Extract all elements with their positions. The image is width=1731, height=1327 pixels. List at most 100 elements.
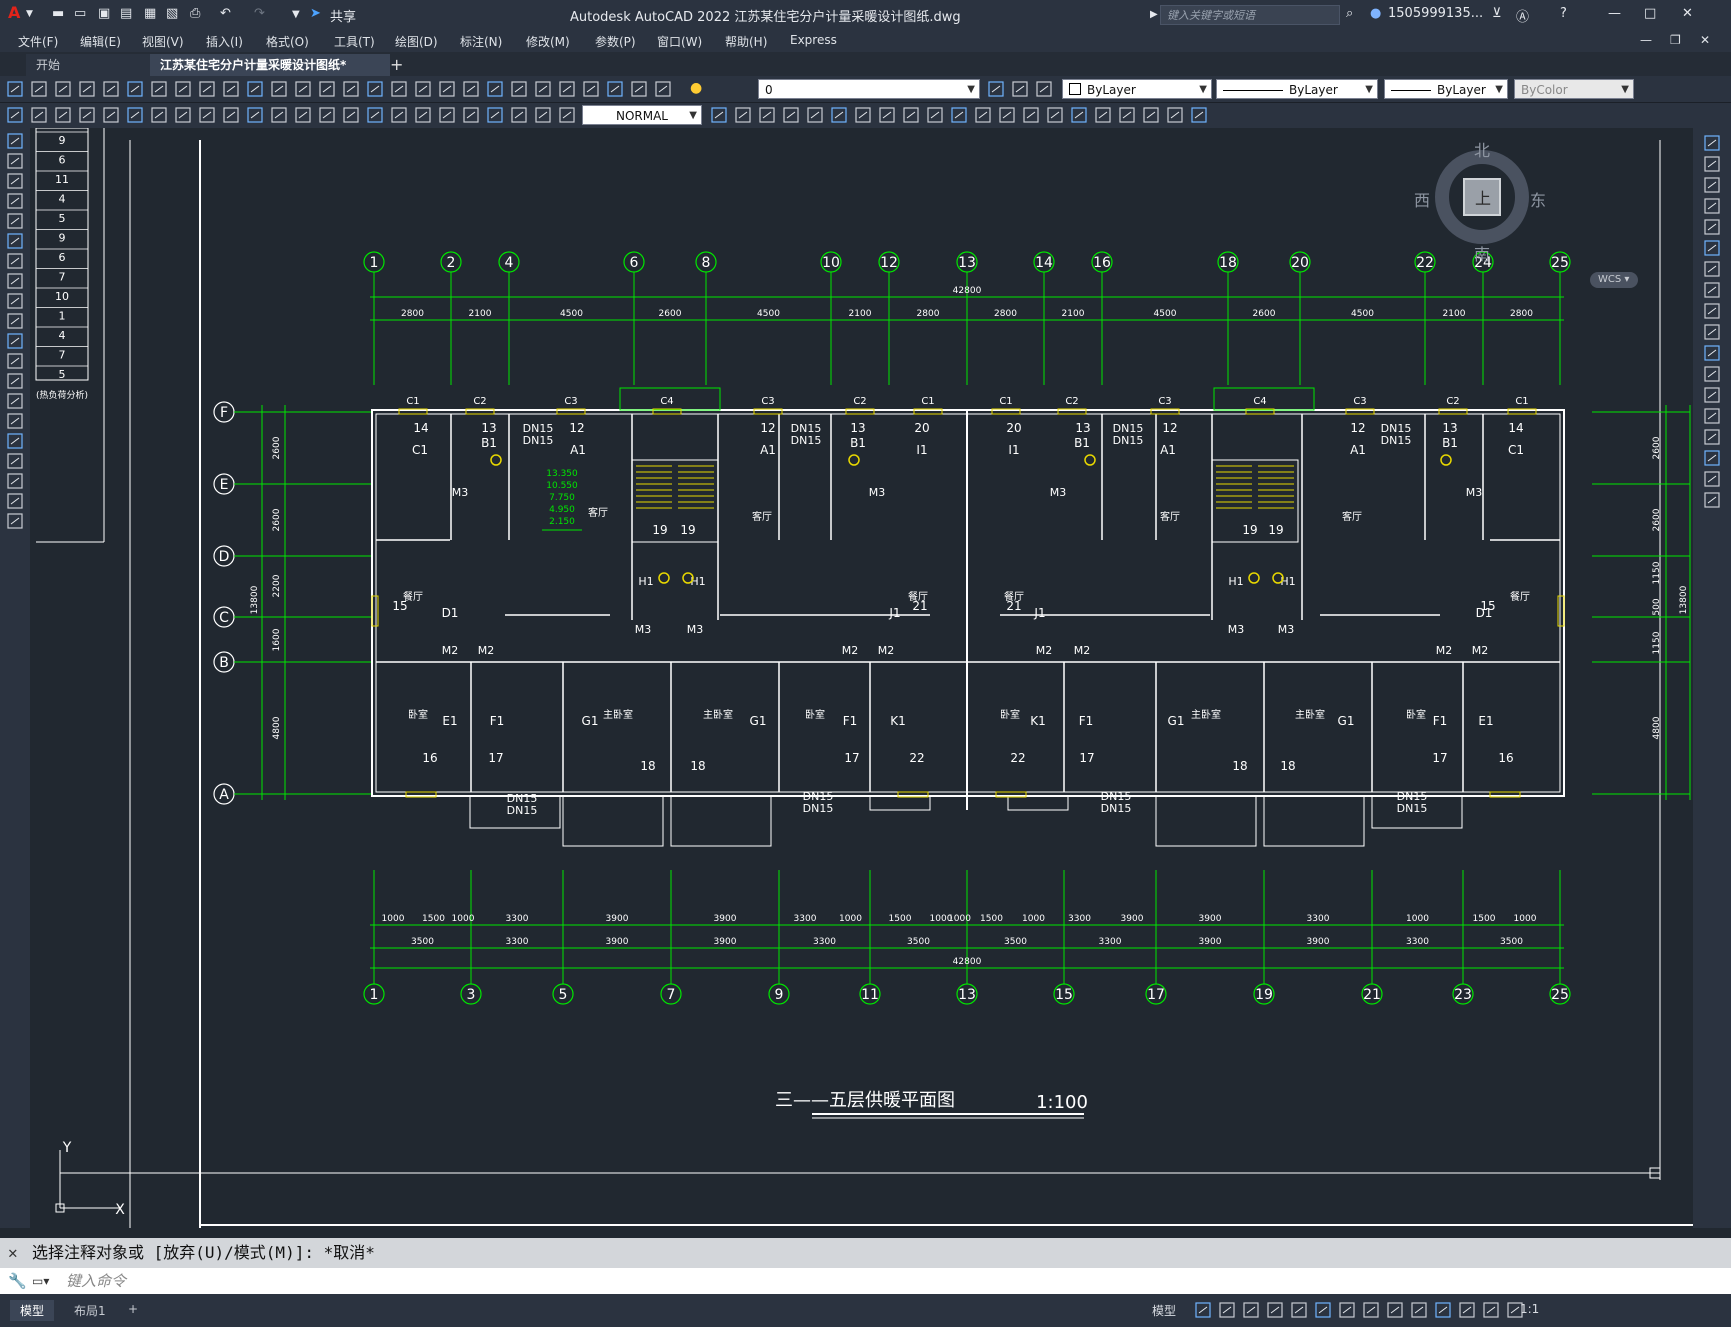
menu-edit[interactable]: 编辑(E) — [80, 33, 121, 50]
command-close-icon[interactable]: ✕ — [8, 1238, 18, 1268]
menu-parameter[interactable]: 参数(P) — [595, 33, 636, 50]
floor-plan-drawing[interactable]: 961145967101475(热负荷分析)1 2 4 6 8 10 12 13 14 16 18 2… — [30, 127, 1693, 1228]
layer-tool-icons[interactable] — [985, 76, 1060, 102]
publish-icon[interactable]: ▧ — [166, 6, 178, 21]
elevation-value: 7.750 — [549, 493, 575, 503]
wcs-menu-button[interactable]: WCS ▾ — [1590, 272, 1638, 288]
save-as-icon[interactable]: ▤ — [120, 6, 132, 21]
chevron-down-icon: ▼ — [1621, 84, 1629, 95]
radiator-number: 22 — [1010, 751, 1025, 765]
command-input[interactable]: 🔧 ▭▾ 键入命令 — [0, 1268, 1731, 1294]
menu-help[interactable]: 帮助(H) — [725, 33, 767, 50]
user-icon[interactable]: ● — [1370, 6, 1381, 21]
minimize-icon[interactable]: — — [1608, 6, 1621, 21]
doc-close-icon[interactable]: ✕ — [1700, 33, 1710, 47]
save-icon[interactable]: ▣ — [98, 6, 110, 21]
chevron-down-icon: ▼ — [1199, 84, 1207, 95]
draw-tool-icons[interactable] — [0, 128, 30, 588]
color-dropdown[interactable]: ByLayer ▼ — [1062, 79, 1212, 99]
grid-axis-label: 5 — [559, 987, 568, 1003]
cart-icon[interactable]: ⊻ — [1492, 6, 1502, 21]
window-label: C1 — [1515, 396, 1528, 407]
layer-lightbulb-icon[interactable]: ● — [690, 80, 702, 96]
share-label[interactable]: 共享 — [330, 6, 356, 25]
menu-insert[interactable]: 插入(I) — [206, 33, 243, 50]
grid-axis-label: 19 — [1255, 987, 1273, 1003]
user-name[interactable]: 1505999135... — [1388, 6, 1483, 21]
plotstyle-dropdown[interactable]: ByColor ▼ — [1514, 79, 1634, 99]
maximize-icon[interactable]: □ — [1644, 6, 1656, 21]
tab-model[interactable]: 模型 — [10, 1300, 55, 1321]
standard-tool-icons[interactable] — [0, 76, 690, 102]
modify-tool-icons[interactable] — [1693, 128, 1731, 548]
annotation-scale[interactable]: 1:1 — [1520, 1302, 1539, 1316]
menu-view[interactable]: 视图(V) — [142, 33, 184, 50]
menu-format[interactable]: 格式(O) — [266, 33, 309, 50]
help-icon[interactable]: ? — [1560, 6, 1567, 21]
wrench-icon[interactable]: 🔧 — [8, 1268, 27, 1294]
share-icon[interactable]: ➤ — [310, 6, 321, 21]
radiator-number: 14 — [1508, 421, 1523, 435]
search-expand-icon[interactable]: ▶ — [1150, 9, 1158, 20]
elevation-value: 2.150 — [549, 517, 575, 527]
viewcube[interactable]: 上 北 南 西 东 — [1414, 141, 1546, 264]
chevron-down-icon: ▼ — [1495, 84, 1503, 95]
doc-restore-icon[interactable]: ❐ — [1670, 33, 1681, 47]
add-layout-button[interactable]: + — [118, 1300, 148, 1318]
new-file-icon[interactable]: ▬ — [52, 6, 64, 21]
tab-drawing[interactable]: 江苏某住宅分户计量采暖设计图纸* — [150, 54, 390, 76]
menu-window[interactable]: 窗口(W) — [657, 33, 702, 50]
recent-commands-icon[interactable]: ▭▾ — [32, 1268, 49, 1294]
undo-icon[interactable]: ↶ — [220, 6, 231, 21]
autodesk-app-icon[interactable]: Ⓐ — [1516, 6, 1529, 25]
status-tool-icons[interactable] — [1190, 1298, 1730, 1324]
menu-express[interactable]: Express — [790, 33, 837, 47]
app-menu-chevron-icon[interactable]: ▼ — [26, 9, 33, 19]
grid-axis-label: 6 — [630, 255, 639, 271]
room-code: F1 — [1433, 714, 1448, 728]
menu-dimension[interactable]: 标注(N) — [460, 33, 502, 50]
grid-axis-label: 25 — [1551, 987, 1569, 1003]
room-name-master: 主卧室 — [1295, 708, 1325, 721]
grid-axis-label: 3 — [467, 987, 476, 1003]
drawing-area[interactable]: 9 6 11 4 5 9 6 7 10 1 4 7 5 (热负荷分析) 1 2 4 6 8 10 12 13 14 16 18 2… — [30, 127, 1693, 1228]
close-icon[interactable]: ✕ — [1682, 6, 1693, 21]
grid-axis-label: 15 — [1055, 987, 1073, 1003]
tab-drawing-label: 江苏某住宅分户计量采暖设计图纸* — [160, 58, 347, 72]
pipe-label: DN15 — [1397, 802, 1428, 815]
lineweight-dropdown[interactable]: ByLayer ▼ — [1384, 79, 1508, 99]
autocad-logo-icon[interactable]: A — [8, 3, 20, 22]
legend-number: 1 — [59, 310, 66, 323]
textstyle-dropdown[interactable]: NORMAL ▼ — [582, 105, 702, 125]
menu-modify[interactable]: 修改(M) — [526, 33, 570, 50]
dimension-tool-icons[interactable] — [0, 103, 585, 128]
redo-icon[interactable]: ↷ — [254, 6, 265, 21]
grid-axis-label: 18 — [1219, 255, 1237, 271]
radiator-number: 20 — [914, 421, 929, 435]
doc-minimize-icon[interactable]: — — [1640, 33, 1652, 47]
pipe-label: DN15 — [507, 804, 538, 817]
dimension-text: 3300 — [506, 937, 529, 947]
room-code: B1 — [850, 436, 866, 450]
menu-tools[interactable]: 工具(T) — [334, 33, 375, 50]
dimension-text: 4500 — [1351, 309, 1374, 319]
help-search-input[interactable]: 键入关键字或短语 — [1160, 5, 1340, 25]
menu-draw[interactable]: 绘图(D) — [395, 33, 438, 50]
tab-layout1[interactable]: 布局1 — [64, 1300, 116, 1321]
window-label: C3 — [1353, 396, 1366, 407]
open-file-icon[interactable]: ▭ — [74, 6, 86, 21]
window-label: C1 — [921, 396, 934, 407]
tab-start[interactable]: 开始 — [26, 54, 166, 76]
model-space-button[interactable]: 模型 — [1152, 1302, 1176, 1319]
toilet-fixture — [658, 572, 670, 584]
draworder-tool-icons[interactable] — [706, 103, 1226, 128]
new-tab-button[interactable]: + — [380, 54, 413, 76]
radiator-number: 17 — [1432, 751, 1447, 765]
menu-file[interactable]: 文件(F) — [18, 33, 58, 50]
search-icon[interactable]: ⌕ — [1346, 6, 1353, 21]
customize-qat-icon[interactable]: ▼ — [292, 9, 300, 20]
linetype-dropdown[interactable]: ByLayer ▼ — [1216, 79, 1378, 99]
plot-preview-icon[interactable]: ▦ — [144, 6, 156, 21]
print-icon[interactable]: ⎙ — [190, 6, 200, 21]
layer-dropdown[interactable]: 0 ▼ — [758, 79, 980, 99]
